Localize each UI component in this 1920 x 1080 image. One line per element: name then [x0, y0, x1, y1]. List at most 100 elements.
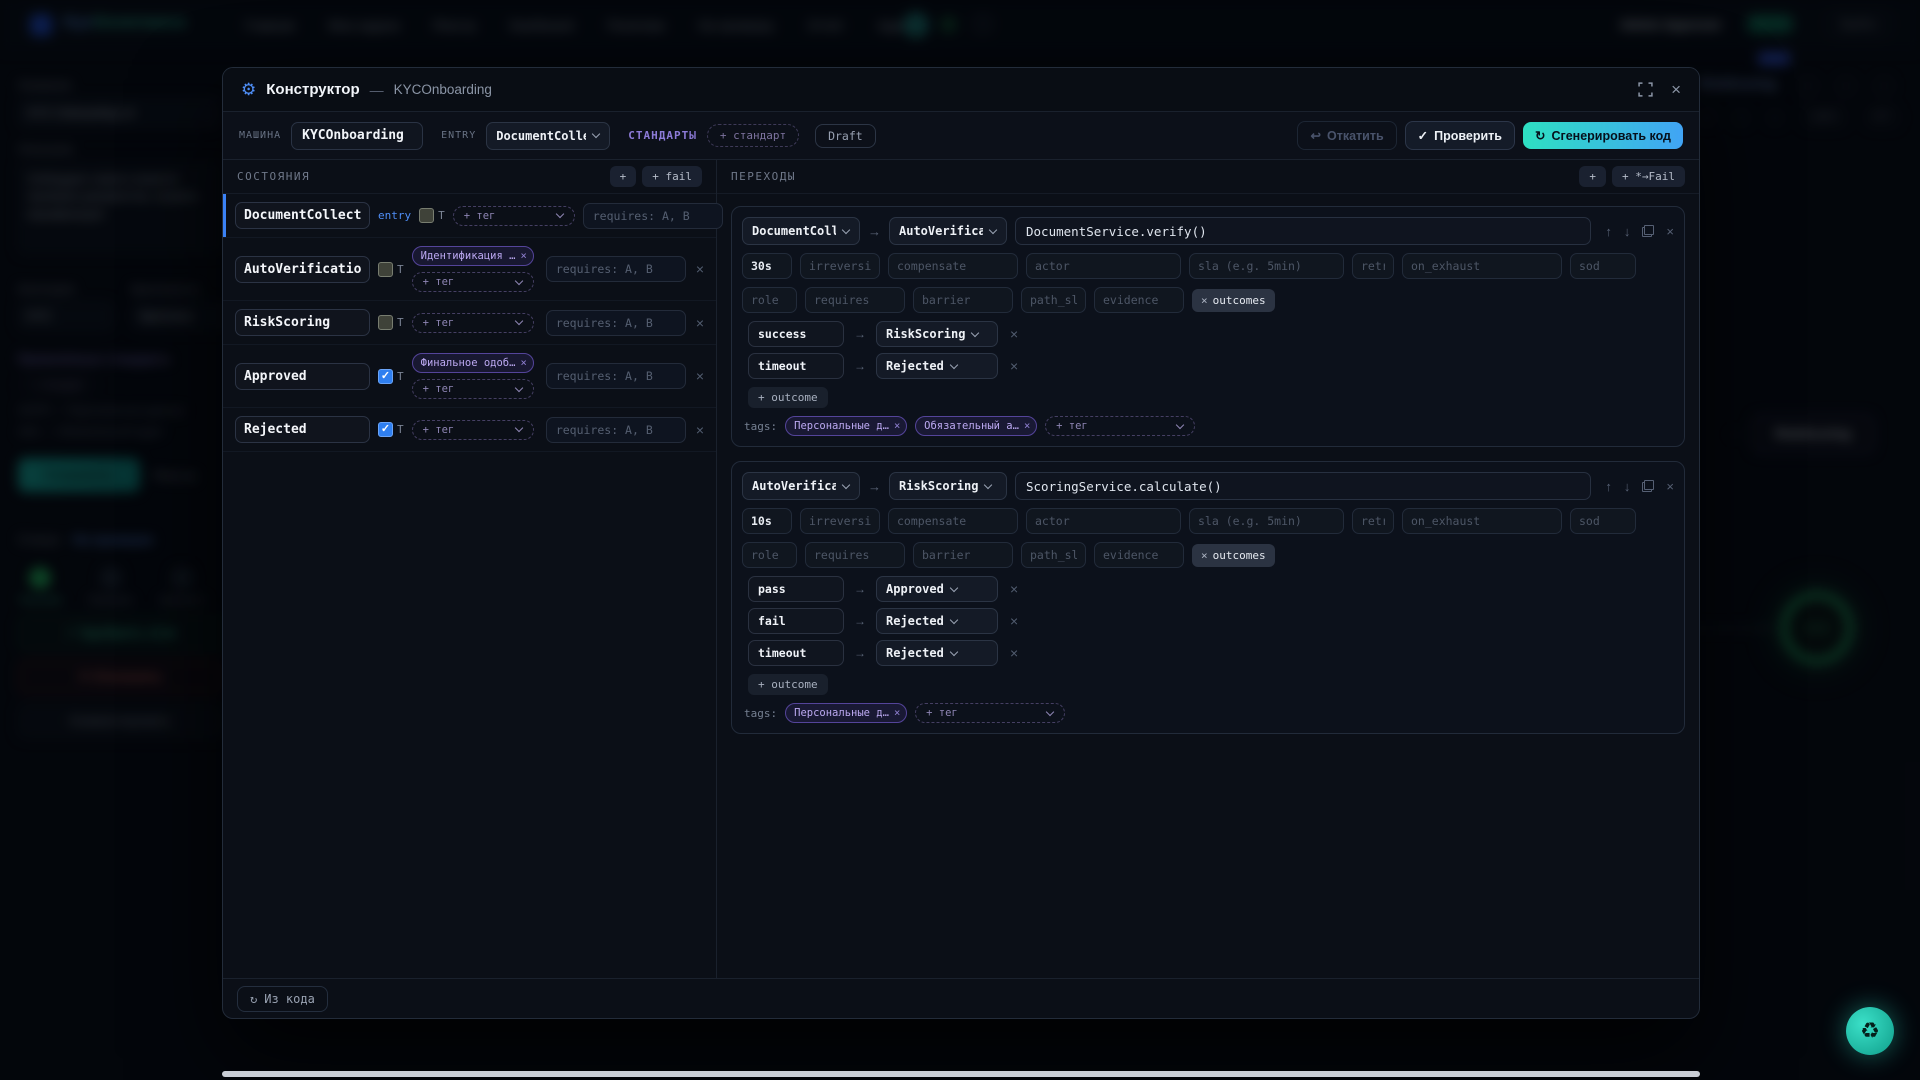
retries-input[interactable] — [1352, 508, 1394, 534]
remove-tag-icon[interactable]: × — [520, 357, 526, 369]
add-transition-button[interactable]: + — [1579, 166, 1606, 187]
state-name-input[interactable] — [235, 256, 370, 283]
from-state-select[interactable]: AutoVerifica — [742, 472, 860, 500]
outcomes-toggle[interactable]: ×outcomes — [1192, 544, 1275, 567]
generate-code-button[interactable]: ↻Сгенерировать код — [1523, 122, 1683, 149]
outcome-key-input[interactable] — [748, 353, 844, 379]
sla-input[interactable] — [1189, 508, 1344, 534]
outcome-target-select[interactable]: Rejected — [876, 353, 998, 379]
to-state-select[interactable]: AutoVerifica — [889, 217, 1007, 245]
irreversible-input[interactable] — [800, 508, 880, 534]
remove-tag-icon[interactable]: × — [520, 250, 526, 262]
move-down-icon[interactable]: ↓ — [1624, 224, 1631, 239]
path-sla-input[interactable] — [1021, 542, 1086, 568]
outcome-key-input[interactable] — [748, 576, 844, 602]
role-input[interactable] — [742, 287, 797, 313]
add-tag-dropdown[interactable]: + тег — [915, 703, 1065, 723]
add-fail-transition-button[interactable]: + *→Fail — [1612, 166, 1685, 187]
to-state-select[interactable]: RiskScoring — [889, 472, 1007, 500]
barrier-input[interactable] — [913, 287, 1013, 313]
add-tag-dropdown[interactable]: + тег — [453, 206, 575, 226]
outcome-target-select[interactable]: Approved — [876, 576, 998, 602]
compensate-input[interactable] — [888, 253, 1018, 279]
path-sla-input[interactable] — [1021, 287, 1086, 313]
remove-tag-icon[interactable]: × — [894, 707, 900, 719]
validate-button[interactable]: ✓Проверить — [1405, 121, 1515, 150]
action-input[interactable] — [1015, 217, 1591, 245]
move-up-icon[interactable]: ↑ — [1605, 224, 1612, 239]
add-tag-dropdown[interactable]: + тег — [1045, 416, 1195, 436]
outcome-target-select[interactable]: RiskScoring — [876, 321, 998, 347]
assistant-fab[interactable]: ♻ — [1846, 1007, 1894, 1055]
state-name-input[interactable] — [235, 363, 370, 390]
add-tag-dropdown[interactable]: + тег — [412, 272, 534, 292]
requires-input[interactable] — [805, 287, 905, 313]
retries-input[interactable] — [1352, 253, 1394, 279]
state-name-input[interactable] — [235, 202, 370, 229]
on-exhaust-input[interactable] — [1402, 508, 1562, 534]
delete-state-icon[interactable]: × — [696, 261, 704, 277]
outcome-target-select[interactable]: Rejected — [876, 640, 998, 666]
delete-outcome-icon[interactable]: × — [1010, 613, 1018, 629]
duplicate-icon[interactable] — [1642, 480, 1654, 492]
rollback-button[interactable]: ↩Откатить — [1297, 121, 1396, 150]
add-outcome-button[interactable]: + outcome — [748, 674, 828, 695]
horizontal-scrollbar[interactable] — [222, 1071, 1700, 1077]
delete-outcome-icon[interactable]: × — [1010, 581, 1018, 597]
requires-input[interactable] — [546, 256, 686, 282]
add-tag-dropdown[interactable]: + тег — [412, 313, 534, 333]
actor-input[interactable] — [1026, 508, 1181, 534]
outcome-target-select[interactable]: Rejected — [876, 608, 998, 634]
from-state-select[interactable]: DocumentColl — [742, 217, 860, 245]
outcomes-toggle[interactable]: ×outcomes — [1192, 289, 1275, 312]
state-name-input[interactable] — [235, 416, 370, 443]
compensate-input[interactable] — [888, 508, 1018, 534]
machine-name-input[interactable] — [291, 122, 423, 150]
evidence-input[interactable] — [1094, 542, 1184, 568]
add-outcome-button[interactable]: + outcome — [748, 387, 828, 408]
duplicate-icon[interactable] — [1642, 225, 1654, 237]
terminal-checkbox[interactable] — [378, 262, 393, 277]
timeout-input[interactable] — [742, 253, 792, 279]
move-up-icon[interactable]: ↑ — [1605, 479, 1612, 494]
close-icon[interactable]: × — [1671, 80, 1681, 100]
requires-input[interactable] — [583, 203, 723, 229]
role-input[interactable] — [742, 542, 797, 568]
irreversible-input[interactable] — [800, 253, 880, 279]
sod-input[interactable] — [1570, 253, 1636, 279]
state-name-input[interactable] — [235, 309, 370, 336]
evidence-input[interactable] — [1094, 287, 1184, 313]
from-code-button[interactable]: ↻Из кода — [237, 986, 328, 1012]
remove-tag-icon[interactable]: × — [1024, 420, 1030, 432]
requires-input[interactable] — [546, 417, 686, 443]
delete-outcome-icon[interactable]: × — [1010, 326, 1018, 342]
entry-state-select[interactable]: DocumentColle — [486, 122, 610, 150]
outcome-key-input[interactable] — [748, 640, 844, 666]
add-tag-dropdown[interactable]: + тег — [412, 379, 534, 399]
delete-state-icon[interactable]: × — [696, 368, 704, 384]
delete-transition-icon[interactable]: × — [1666, 224, 1674, 239]
outcome-key-input[interactable] — [748, 321, 844, 347]
remove-tag-icon[interactable]: × — [894, 420, 900, 432]
terminal-checkbox[interactable]: ✓ — [378, 422, 393, 437]
terminal-checkbox[interactable] — [419, 208, 434, 223]
delete-outcome-icon[interactable]: × — [1010, 645, 1018, 661]
sod-input[interactable] — [1570, 508, 1636, 534]
delete-state-icon[interactable]: × — [696, 315, 704, 331]
delete-outcome-icon[interactable]: × — [1010, 358, 1018, 374]
requires-input[interactable] — [546, 363, 686, 389]
add-state-button[interactable]: + — [610, 166, 637, 187]
requires-input[interactable] — [546, 310, 686, 336]
terminal-checkbox[interactable] — [378, 315, 393, 330]
action-input[interactable] — [1015, 472, 1591, 500]
on-exhaust-input[interactable] — [1402, 253, 1562, 279]
requires-input[interactable] — [805, 542, 905, 568]
add-tag-dropdown[interactable]: + тег — [412, 420, 534, 440]
actor-input[interactable] — [1026, 253, 1181, 279]
fullscreen-icon[interactable] — [1638, 82, 1653, 97]
terminal-checkbox[interactable]: ✓ — [378, 369, 393, 384]
outcome-key-input[interactable] — [748, 608, 844, 634]
timeout-input[interactable] — [742, 508, 792, 534]
barrier-input[interactable] — [913, 542, 1013, 568]
delete-transition-icon[interactable]: × — [1666, 479, 1674, 494]
